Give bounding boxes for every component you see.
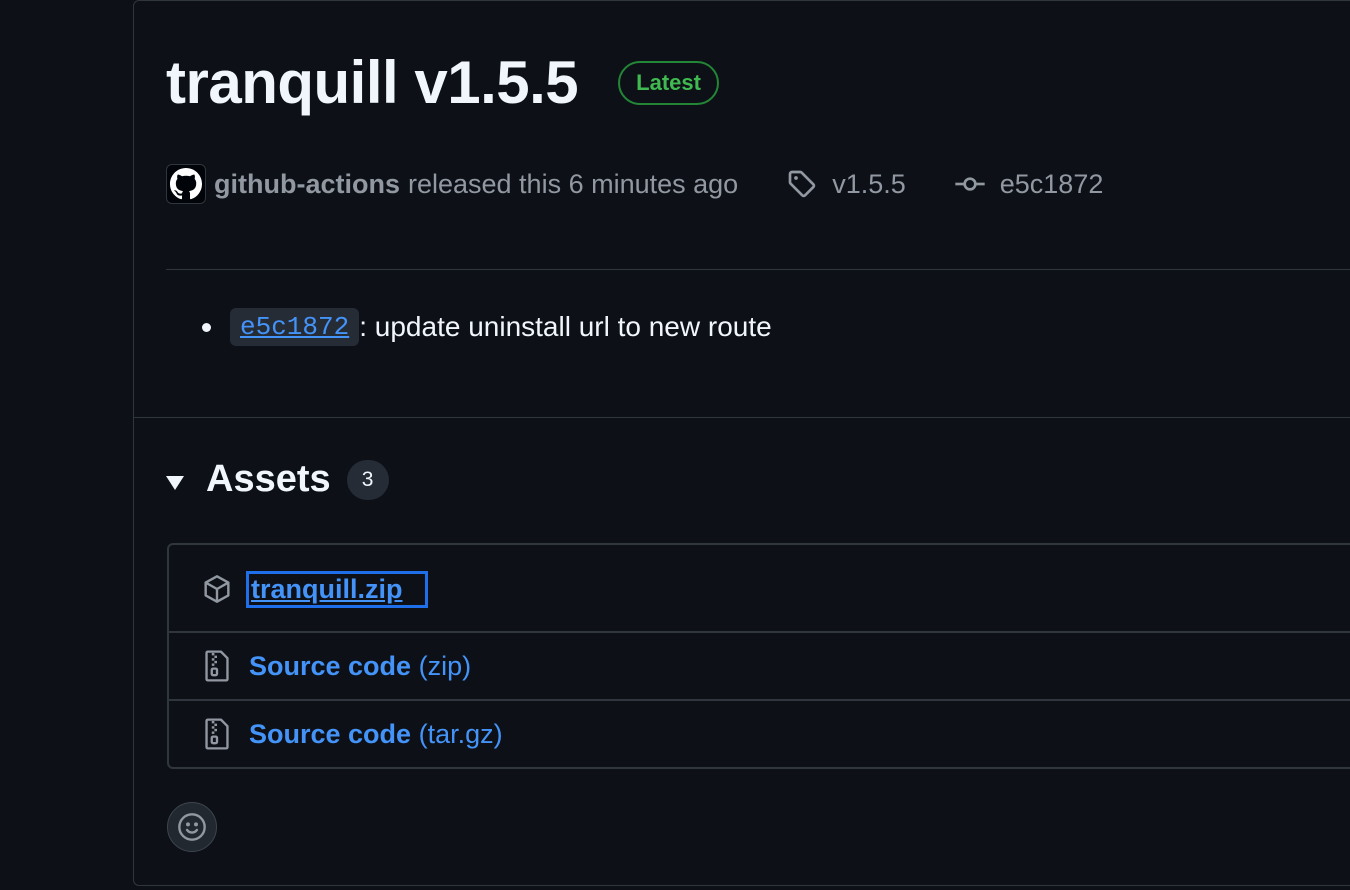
git-commit-icon <box>955 177 985 191</box>
assets-title: Assets <box>206 458 331 500</box>
asset-link-source-tar-gz[interactable]: Source code (tar.gz) <box>249 719 503 750</box>
author-link[interactable]: github-actions <box>214 169 400 200</box>
release-meta: github-actions released this 6 minutes a… <box>166 162 1103 206</box>
asset-link-tranquill-zip[interactable]: tranquill.zip <box>246 570 428 608</box>
smiley-icon <box>178 813 206 841</box>
asset-ext: (tar.gz) <box>418 718 503 749</box>
tag-link[interactable]: v1.5.5 <box>786 168 906 200</box>
avatar[interactable] <box>166 164 206 204</box>
release-title[interactable]: tranquill v1.5.5 <box>166 46 579 120</box>
collapse-triangle-icon[interactable] <box>166 475 184 490</box>
file-zip-icon <box>201 649 233 683</box>
commit-sha-link[interactable]: e5c1872 <box>230 308 360 346</box>
latest-badge: Latest <box>618 61 719 105</box>
note-text: : update uninstall url to new route <box>359 311 772 342</box>
release-notes-item: e5c1872 : update uninstall url to new ro… <box>202 308 772 346</box>
commit-label: e5c1872 <box>999 168 1104 199</box>
assets-count-badge: 3 <box>346 459 389 500</box>
asset-ext: (zip) <box>418 650 472 681</box>
asset-link-source-zip[interactable]: Source code (zip) <box>249 651 471 682</box>
assets-header[interactable]: Assets 3 <box>166 458 389 501</box>
tag-label: v1.5.5 <box>832 168 906 199</box>
package-icon <box>201 573 233 605</box>
divider <box>134 417 1350 418</box>
github-icon <box>170 168 202 200</box>
bullet <box>202 322 211 332</box>
asset-name: Source code <box>249 718 412 749</box>
asset-row: Source code (tar.gz) <box>169 699 1350 767</box>
divider <box>166 269 1350 270</box>
tag-icon <box>788 170 816 198</box>
release-header: tranquill v1.5.5 Latest <box>166 46 719 120</box>
assets-list: tranquill.zip Source code (zip) Source c… <box>167 543 1350 769</box>
asset-row: tranquill.zip <box>169 545 1350 633</box>
add-reaction-button[interactable] <box>167 802 217 852</box>
asset-row: Source code (zip) <box>169 631 1350 699</box>
asset-name: tranquill.zip <box>251 573 403 604</box>
asset-name: Source code <box>249 650 412 681</box>
released-time: released this 6 minutes ago <box>407 168 739 199</box>
file-zip-icon <box>201 717 233 751</box>
commit-link[interactable]: e5c1872 <box>954 168 1104 200</box>
